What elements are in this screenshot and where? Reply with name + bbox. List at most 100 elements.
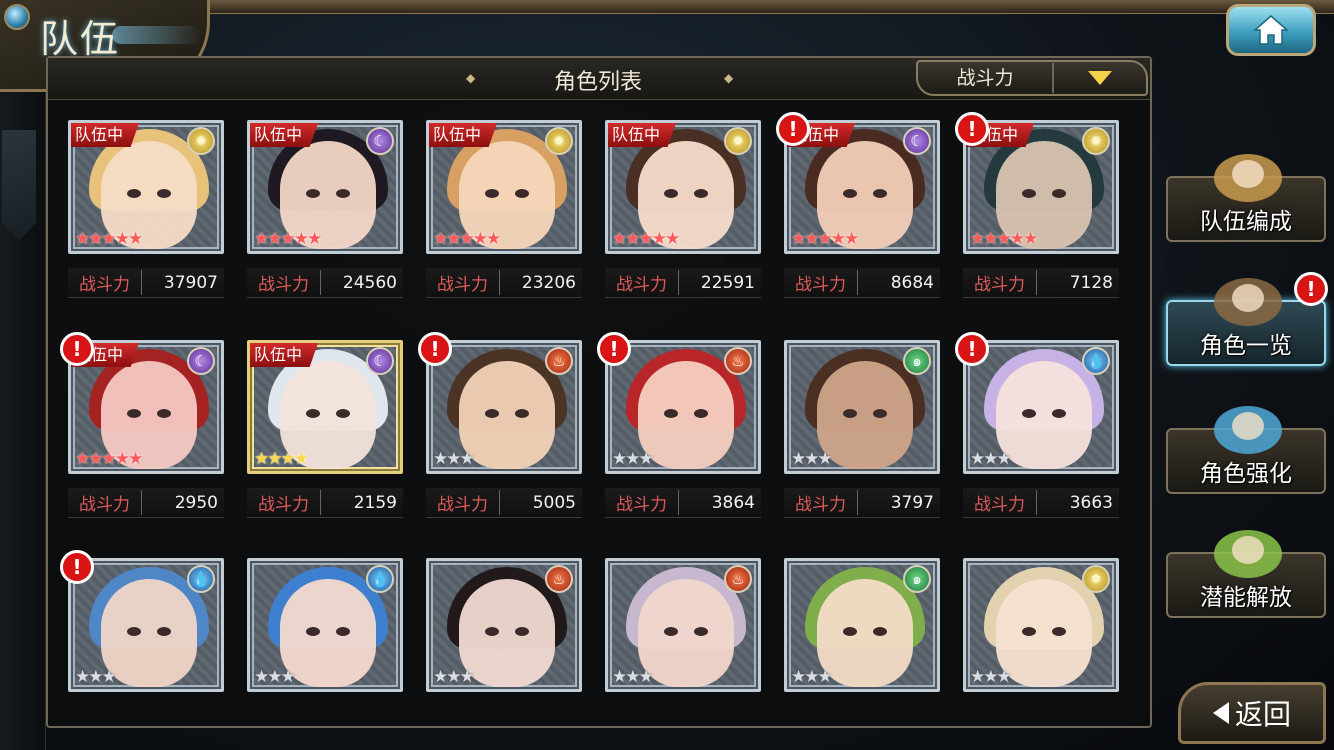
character-portrait: ♨ ★★★ bbox=[605, 340, 761, 474]
star-icon: ★ bbox=[280, 449, 296, 469]
star-icon: ★ bbox=[101, 229, 117, 249]
star-icon: ★ bbox=[791, 229, 806, 249]
portrait-face bbox=[638, 579, 734, 687]
in-team-badge: 队伍中 bbox=[429, 123, 498, 147]
star-icon: ★ bbox=[254, 449, 269, 469]
power-value: 2950 bbox=[174, 492, 218, 513]
power-row: 战斗力 8684 bbox=[784, 268, 940, 298]
star-icon: ★ bbox=[75, 667, 90, 687]
portrait-eye bbox=[127, 409, 141, 418]
sort-dropdown[interactable]: 战斗力 bbox=[916, 60, 1148, 96]
character-card[interactable]: 队伍中 ☾ ★★★★★! 战斗力 2950 bbox=[60, 332, 224, 526]
portrait-eye bbox=[157, 409, 171, 418]
star-icon: ★ bbox=[804, 229, 819, 249]
character-card[interactable]: 队伍中 ☾ ★★★★★! 战斗力 8684 bbox=[776, 112, 940, 306]
rarity-stars: ★★★ bbox=[970, 449, 1012, 469]
power-value: 24560 bbox=[342, 272, 397, 293]
portrait-eye bbox=[873, 627, 887, 636]
character-card[interactable]: 💧 ★★★! bbox=[60, 550, 224, 744]
power-row: 战斗力 7128 bbox=[963, 268, 1119, 298]
character-card[interactable]: 💧 ★★★! 战斗力 3663 bbox=[955, 332, 1119, 526]
star-icon: ★ bbox=[75, 449, 90, 469]
portrait-face bbox=[101, 579, 197, 687]
rarity-stars: ★★★ bbox=[254, 667, 296, 687]
portrait-eye bbox=[515, 409, 529, 418]
character-card[interactable]: 队伍中 ✹ ★★★★★ 战斗力 22591 bbox=[605, 120, 761, 306]
rarity-stars: ★★★ bbox=[612, 449, 654, 469]
water-element-icon: 💧 bbox=[1082, 347, 1110, 375]
star-icon: ★ bbox=[996, 229, 1012, 249]
star-icon: ★ bbox=[280, 229, 296, 249]
rarity-stars: ★★★★★ bbox=[612, 229, 680, 249]
portrait-eye bbox=[485, 189, 499, 198]
side-menu-button[interactable]: 角色一览! bbox=[1166, 272, 1328, 366]
character-card[interactable]: ✹ ★★★ bbox=[963, 558, 1119, 744]
dropdown-caret bbox=[1054, 70, 1146, 86]
portrait-eye bbox=[843, 409, 857, 418]
portrait-eye bbox=[157, 627, 171, 636]
power-label: 战斗力 bbox=[784, 490, 858, 515]
character-card[interactable]: ♨ ★★★ bbox=[605, 558, 761, 744]
home-button[interactable] bbox=[1226, 4, 1316, 56]
portrait-eye bbox=[1022, 409, 1036, 418]
character-card[interactable]: ๑ ★★★ bbox=[784, 558, 940, 744]
character-portrait: 队伍中 ✹ ★★★★★ bbox=[963, 120, 1119, 254]
portrait-eye bbox=[157, 189, 171, 198]
power-value: 2159 bbox=[353, 492, 397, 513]
portrait-eye bbox=[1022, 627, 1036, 636]
star-icon: ★ bbox=[307, 229, 322, 249]
panel-title: 角色列表 bbox=[553, 70, 642, 95]
power-value: 23206 bbox=[521, 272, 576, 293]
power-row: 战斗力 22591 bbox=[605, 268, 761, 298]
character-card[interactable]: 队伍中 ✹ ★★★★★! 战斗力 7128 bbox=[955, 112, 1119, 306]
rarity-stars: ★★★★ bbox=[254, 449, 309, 469]
potential-orb-icon bbox=[1198, 524, 1298, 580]
triangle-down-icon bbox=[1088, 71, 1112, 85]
star-icon: ★ bbox=[88, 667, 103, 687]
character-card[interactable]: 💧 ★★★ bbox=[247, 558, 403, 744]
back-button[interactable]: 返回 bbox=[1178, 682, 1326, 744]
alert-icon: ! bbox=[776, 112, 810, 146]
star-icon: ★ bbox=[446, 449, 461, 469]
star-icon: ★ bbox=[254, 667, 269, 687]
portrait-eye bbox=[843, 189, 857, 198]
portrait-face bbox=[459, 579, 555, 687]
star-icon: ★ bbox=[267, 449, 282, 469]
side-menu-button[interactable]: 角色强化 bbox=[1166, 406, 1326, 494]
star-icon: ★ bbox=[983, 449, 998, 469]
portrait-face bbox=[817, 579, 913, 687]
character-portrait: 队伍中 ✹ ★★★★★ bbox=[605, 120, 761, 254]
rarity-stars: ★★★★★ bbox=[75, 449, 143, 469]
portrait-eye bbox=[694, 409, 708, 418]
star-icon: ★ bbox=[280, 667, 296, 687]
character-portrait: 队伍中 ☾ ★★★★★ bbox=[68, 340, 224, 474]
panel-header: ◆ 角色列表 ◆ 战斗力 bbox=[48, 58, 1150, 100]
character-card[interactable]: ๑ ★★★ 战斗力 3797 bbox=[784, 340, 940, 526]
character-card[interactable]: 队伍中 ✹ ★★★★★ 战斗力 37907 bbox=[68, 120, 224, 306]
character-card[interactable]: 队伍中 ✹ ★★★★★ 战斗力 23206 bbox=[426, 120, 582, 306]
character-portrait: 队伍中 ☾ ★★★★★ bbox=[247, 120, 403, 254]
character-card[interactable]: ♨ ★★★! 战斗力 3864 bbox=[597, 332, 761, 526]
star-icon: ★ bbox=[1023, 229, 1038, 249]
star-icon: ★ bbox=[804, 449, 819, 469]
star-icon: ★ bbox=[486, 229, 501, 249]
character-card[interactable]: ♨ ★★★ bbox=[426, 558, 582, 744]
side-menu-button[interactable]: 潜能解放 bbox=[1166, 530, 1326, 618]
character-card[interactable]: ♨ ★★★! 战斗力 5005 bbox=[418, 332, 582, 526]
swoosh-decoration bbox=[112, 26, 202, 44]
portrait-face bbox=[638, 361, 734, 469]
power-row: 战斗力 5005 bbox=[426, 488, 582, 518]
power-row: 战斗力 3797 bbox=[784, 488, 940, 518]
character-card[interactable]: 队伍中 ☾ ★★★★ 战斗力 2159 bbox=[247, 340, 403, 526]
portrait-face bbox=[817, 361, 913, 469]
sun-element-icon: ✹ bbox=[724, 127, 752, 155]
star-icon: ★ bbox=[75, 229, 90, 249]
team-members-icon bbox=[1198, 148, 1298, 204]
character-card[interactable]: 队伍中 ☾ ★★★★★ 战斗力 24560 bbox=[247, 120, 403, 306]
alert-icon: ! bbox=[60, 332, 94, 366]
sun-element-icon: ✹ bbox=[187, 127, 215, 155]
alert-icon: ! bbox=[418, 332, 452, 366]
side-menu-button[interactable]: 队伍编成 bbox=[1166, 154, 1326, 242]
power-row: 战斗力 37907 bbox=[68, 268, 224, 298]
moon-element-icon: ☾ bbox=[366, 127, 394, 155]
